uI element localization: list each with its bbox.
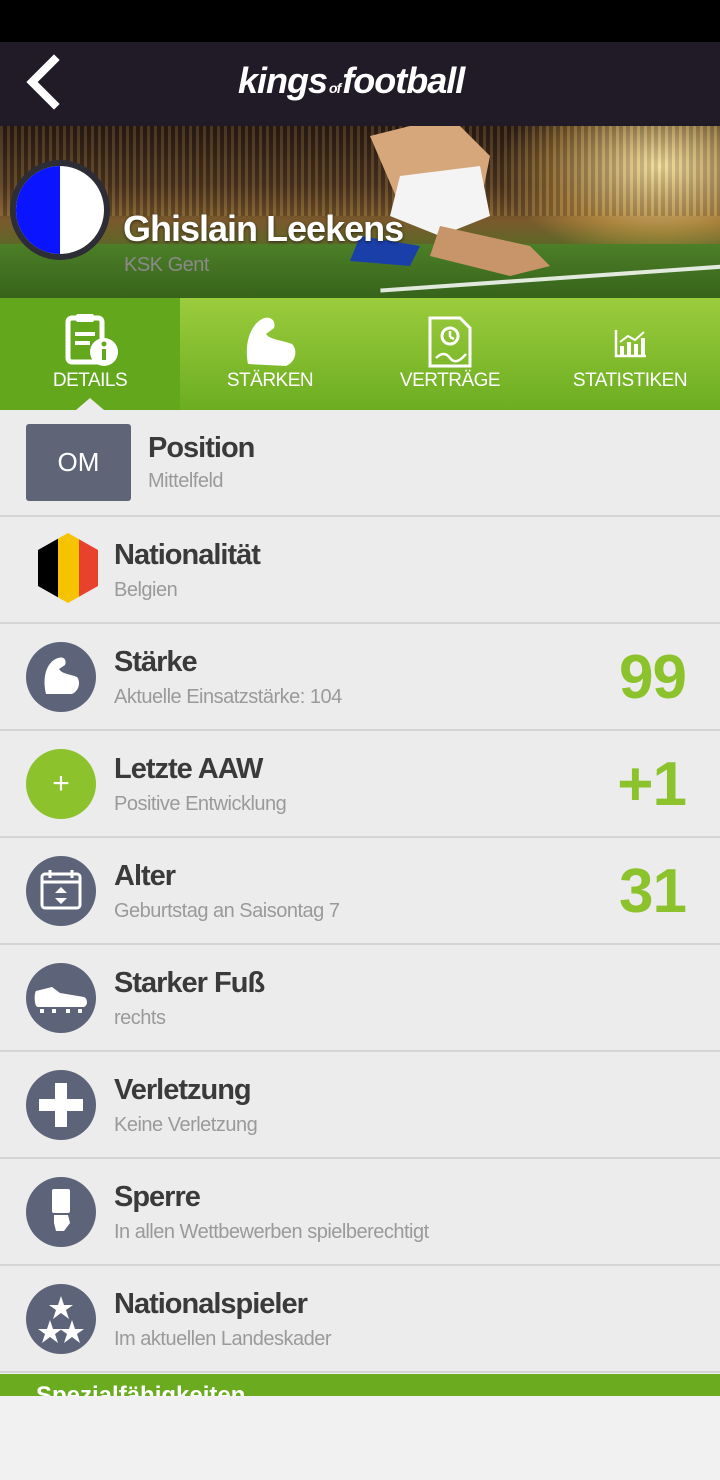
tab-label: VERTRÄGE (399, 370, 501, 391)
row-title: Stärke (114, 646, 198, 678)
aaw-value: +1 (617, 750, 687, 819)
special-abilities-label: Spezialfähigkeiten (36, 1382, 246, 1396)
stars-icon (38, 1296, 84, 1343)
row-national[interactable]: Nationalspieler Im aktuellen Landeskader (0, 1266, 720, 1373)
app-bar: kings offootball (0, 42, 720, 126)
back-button[interactable] (18, 54, 78, 114)
tab-bar: DETAILS STÄRKEN VERTRÄGE STATISTIKEN (0, 298, 720, 410)
aaw-badge: + (26, 749, 96, 819)
referee-card-icon (52, 1189, 70, 1231)
tab-statistiken[interactable]: STATISTIKEN (540, 298, 720, 410)
row-title: Sperre (114, 1181, 201, 1213)
chart-icon (614, 330, 646, 358)
row-subtitle: Keine Verletzung (114, 1114, 258, 1136)
special-abilities-header[interactable]: Spezialfähigkeiten (0, 1374, 720, 1396)
muscle-icon (44, 657, 80, 694)
tab-details[interactable]: DETAILS (0, 298, 180, 410)
chevron-left-icon (26, 54, 60, 110)
club-avatar (10, 160, 110, 260)
row-age[interactable]: Alter Geburtstag an Saisontag 7 31 (0, 838, 720, 945)
details-list: OM Position Mittelfeld Nationalität Belg… (0, 410, 720, 1373)
row-foot[interactable]: Starker Fuß rechts (0, 945, 720, 1052)
row-nationality[interactable]: Nationalität Belgien (0, 517, 720, 624)
logo-of: of (329, 80, 341, 96)
national-badge (26, 1284, 96, 1354)
player-name: Ghislain Leekens (123, 208, 404, 249)
row-strength[interactable]: Stärke Aktuelle Einsatzstärke: 104 99 (0, 624, 720, 731)
calendar-icon (40, 870, 82, 910)
belgium-flag-icon (38, 533, 98, 603)
row-title: Position (148, 432, 255, 464)
row-subtitle: In allen Wettbewerben spielberechtigt (114, 1221, 429, 1243)
row-subtitle: Geburtstag an Saisontag 7 (114, 900, 340, 922)
active-tab-indicator (76, 398, 104, 410)
row-title: Letzte AAW (114, 753, 263, 785)
row-title: Starker Fuß (114, 967, 265, 999)
row-title: Nationalspieler (114, 1288, 308, 1320)
bottom-area (0, 1396, 720, 1480)
tab-vertraege[interactable]: VERTRÄGE (360, 298, 540, 410)
row-title: Nationalität (114, 539, 261, 571)
boot-icon (34, 987, 87, 1013)
club-color-blue (16, 166, 60, 254)
row-title: Verletzung (114, 1074, 252, 1106)
player-club[interactable]: KSK Gent (124, 254, 209, 277)
status-bar (0, 0, 720, 42)
row-subtitle: Positive Entwicklung (114, 793, 287, 815)
row-injury[interactable]: Verletzung Keine Verletzung (0, 1052, 720, 1159)
strength-badge (26, 642, 96, 712)
foot-badge (26, 963, 96, 1033)
plus-icon: + (52, 767, 70, 800)
age-value: 31 (619, 857, 687, 926)
row-aaw[interactable]: + Letzte AAW Positive Entwicklung +1 (0, 731, 720, 838)
logo-football: football (342, 60, 465, 101)
row-title: Alter (114, 860, 176, 892)
row-subtitle: Im aktuellen Landeskader (114, 1328, 332, 1350)
row-subtitle: Belgien (114, 579, 178, 601)
ban-badge (26, 1177, 96, 1247)
row-subtitle: Mittelfeld (148, 470, 224, 492)
tab-staerken[interactable]: STÄRKEN (180, 298, 360, 410)
strength-value: 99 (619, 643, 687, 712)
row-ban[interactable]: Sperre In allen Wettbewerben spielberech… (0, 1159, 720, 1266)
logo-kings: kings (238, 60, 328, 101)
tab-label: STATISTIKEN (572, 370, 688, 391)
injury-badge (26, 1070, 96, 1140)
row-position[interactable]: OM Position Mittelfeld (0, 410, 720, 517)
app-logo: kings offootball (238, 60, 465, 102)
muscle-icon (246, 317, 296, 366)
tab-label: STÄRKEN (226, 370, 314, 391)
tab-label: DETAILS (52, 370, 128, 391)
medical-cross-icon (39, 1083, 83, 1127)
position-badge: OM (26, 424, 131, 501)
row-subtitle: rechts (114, 1007, 166, 1029)
row-subtitle: Aktuelle Einsatzstärke: 104 (114, 686, 342, 708)
contract-icon (428, 316, 472, 368)
age-badge (26, 856, 96, 926)
details-icon (65, 314, 118, 366)
